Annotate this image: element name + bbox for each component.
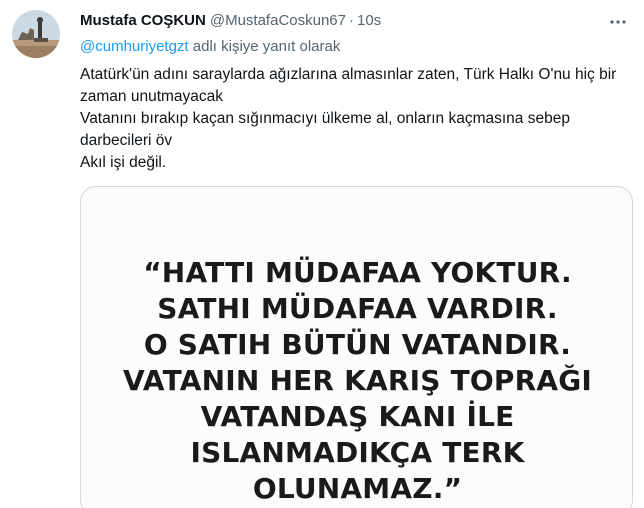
tweet-text-line: Akıl işi değil. xyxy=(80,154,167,171)
tweet-header: Mustafa COŞKUN @MustafaCoskun67 · 10s xyxy=(80,12,381,32)
tweet-text-line: Atatürk'ün adını saraylarda ağızlarına a… xyxy=(80,66,617,105)
quote-line: ISLANMADIKÇA TERK xyxy=(190,436,525,469)
reply-suffix: adlı kişiye yanıt olarak xyxy=(188,38,341,55)
quote-text: “HATTI MÜDAFAA YOKTUR. SATHI MÜDAFAA VAR… xyxy=(81,255,632,507)
separator-dot: · xyxy=(349,12,354,29)
user-handle[interactable]: @MustafaCoskun67 xyxy=(210,12,346,29)
quote-line: VATANDAŞ KANI İLE xyxy=(200,400,515,433)
avatar-image xyxy=(12,10,60,58)
more-options-icon xyxy=(610,20,626,24)
reply-context: @cumhuriyetgzt adlı kişiye yanıt olarak xyxy=(80,38,340,55)
timestamp[interactable]: 10s xyxy=(357,12,381,29)
quote-line: “HATTI MÜDAFAA YOKTUR. xyxy=(143,256,572,289)
quote-line: VATANIN HER KARIŞ TOPRAĞI xyxy=(122,364,593,397)
reply-mention-link[interactable]: @cumhuriyetgzt xyxy=(80,38,189,55)
tweet-text-line: Vatanını bırakıp kaçan sığınmacıyı ülkem… xyxy=(80,110,570,149)
quote-line: OLUNAMAZ.” xyxy=(252,472,463,505)
avatar[interactable] xyxy=(12,10,60,58)
display-name[interactable]: Mustafa COŞKUN xyxy=(80,12,206,29)
quote-line: SATHI MÜDAFAA VARDIR. xyxy=(157,292,558,325)
tweet-text: Atatürk'ün adını saraylarda ağızlarına a… xyxy=(80,64,625,174)
tweet[interactable]: Mustafa COŞKUN @MustafaCoskun67 · 10s @c… xyxy=(0,0,644,508)
more-options-button[interactable] xyxy=(606,10,630,34)
quote-line: O SATIH BÜTÜN VATANDIR. xyxy=(143,328,572,361)
tweet-media-image[interactable]: “HATTI MÜDAFAA YOKTUR. SATHI MÜDAFAA VAR… xyxy=(80,186,633,508)
